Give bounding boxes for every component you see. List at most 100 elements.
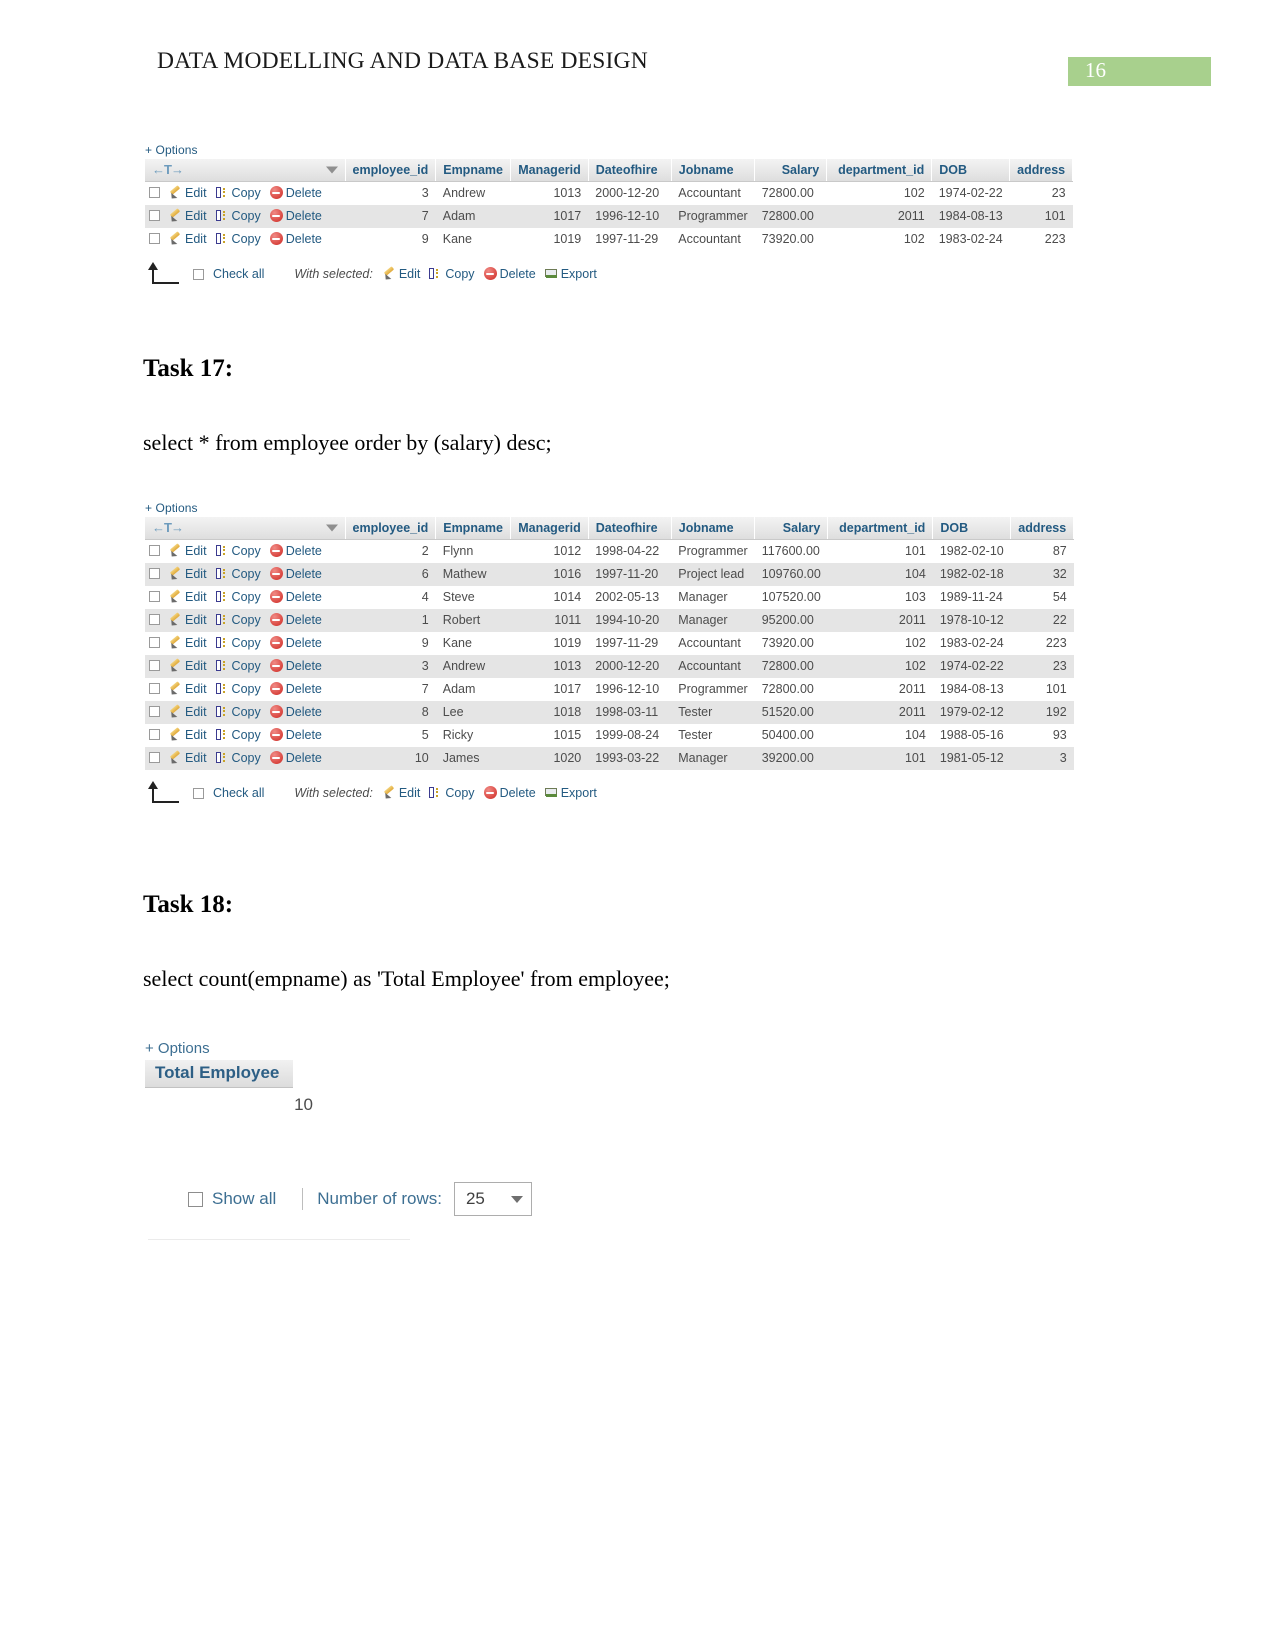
show-all-label[interactable]: Show all [212,1189,276,1209]
row-delete-button[interactable]: Delete [269,232,322,246]
row-checkbox[interactable] [149,729,160,740]
export-button[interactable]: Export [544,267,597,281]
row-delete-button[interactable]: Delete [269,705,322,719]
row-checkbox[interactable] [149,568,160,579]
row-checkbox[interactable] [149,706,160,717]
row-copy-button[interactable]: Copy [215,705,261,719]
col-dateofhire[interactable]: Dateofhire [588,159,672,182]
row-delete-button[interactable]: Delete [269,186,322,200]
row-actions[interactable]: Edit Copy Delete [145,181,345,205]
col-department-id[interactable]: department_id [827,517,934,540]
row-delete-button[interactable]: Delete [269,636,322,650]
row-checkbox[interactable] [149,187,160,198]
row-edit-button[interactable]: Edit [169,186,207,200]
bulk-edit-button[interactable]: Edit [383,267,421,281]
row-edit-button[interactable]: Edit [169,613,207,627]
row-actions[interactable]: Edit Copy Delete [145,563,345,586]
row-checkbox[interactable] [149,210,160,221]
col-managerid[interactable]: Managerid [510,159,589,182]
row-actions[interactable]: Edit Copy Delete [145,539,345,563]
col-salary[interactable]: Salary [754,159,828,182]
row-edit-button[interactable]: Edit [169,544,207,558]
bulk-copy-button[interactable]: Copy [429,786,475,800]
export-button[interactable]: Export [544,786,597,800]
row-actions[interactable]: Edit Copy Delete [145,205,345,228]
check-all-checkbox[interactable] [193,268,204,280]
chevron-down-icon[interactable] [325,524,338,532]
col-dateofhire[interactable]: Dateofhire [588,517,672,540]
row-copy-button[interactable]: Copy [215,659,261,673]
col-managerid[interactable]: Managerid [510,517,589,540]
row-checkbox[interactable] [149,614,160,625]
number-of-rows-select[interactable]: 25 [453,1182,532,1216]
row-copy-button[interactable]: Copy [215,567,261,581]
options-link-task18[interactable]: + Options [145,1040,313,1057]
col-jobname[interactable]: Jobname [671,517,756,540]
bulk-delete-button[interactable]: Delete [483,267,536,281]
sort-controls-header[interactable]: ←T→ [145,517,346,540]
row-actions[interactable]: Edit Copy Delete [145,632,345,655]
check-all-label[interactable]: Check all [213,786,264,800]
row-delete-button[interactable]: Delete [269,590,322,604]
col-employee-id[interactable]: employee_id [345,517,437,540]
row-copy-button[interactable]: Copy [215,209,261,223]
row-copy-button[interactable]: Copy [215,590,261,604]
col-empname[interactable]: Empname [435,159,512,182]
row-actions[interactable]: Edit Copy Delete [145,609,345,632]
row-edit-button[interactable]: Edit [169,209,207,223]
row-edit-button[interactable]: Edit [169,705,207,719]
row-actions[interactable]: Edit Copy Delete [145,586,345,609]
row-edit-button[interactable]: Edit [169,232,207,246]
row-actions[interactable]: Edit Copy Delete [145,701,345,724]
col-jobname[interactable]: Jobname [671,159,756,182]
row-copy-button[interactable]: Copy [215,232,261,246]
row-delete-button[interactable]: Delete [269,613,322,627]
col-employee-id[interactable]: employee_id [345,159,437,182]
row-checkbox[interactable] [149,752,160,763]
row-checkbox[interactable] [149,545,160,556]
bulk-copy-button[interactable]: Copy [429,267,475,281]
col-address[interactable]: address [1009,159,1074,182]
col-address[interactable]: address [1010,517,1075,540]
col-empname[interactable]: Empname [435,517,512,540]
row-delete-button[interactable]: Delete [269,682,322,696]
row-edit-button[interactable]: Edit [169,636,207,650]
row-checkbox[interactable] [149,591,160,602]
chevron-down-icon[interactable] [325,166,338,174]
row-delete-button[interactable]: Delete [269,751,322,765]
row-delete-button[interactable]: Delete [269,567,322,581]
col-dob[interactable]: DOB [932,517,1012,540]
bulk-delete-button[interactable]: Delete [483,786,536,800]
row-checkbox[interactable] [149,637,160,648]
row-delete-button[interactable]: Delete [269,544,322,558]
row-copy-button[interactable]: Copy [215,682,261,696]
row-checkbox[interactable] [149,683,160,694]
bulk-edit-button[interactable]: Edit [383,786,421,800]
col-dob[interactable]: DOB [931,159,1011,182]
row-copy-button[interactable]: Copy [215,751,261,765]
options-link-top[interactable]: + Options [145,143,1073,157]
col-salary[interactable]: Salary [754,517,829,540]
row-actions[interactable]: Edit Copy Delete [145,678,345,701]
col-department-id[interactable]: department_id [826,159,933,182]
row-actions[interactable]: Edit Copy Delete [145,747,345,770]
row-delete-button[interactable]: Delete [269,728,322,742]
show-all-checkbox[interactable] [188,1191,203,1207]
row-actions[interactable]: Edit Copy Delete [145,228,345,251]
row-copy-button[interactable]: Copy [215,544,261,558]
check-all-label[interactable]: Check all [213,267,264,281]
sort-controls-header[interactable]: ←T→ [145,159,346,182]
options-link-task17[interactable]: + Options [145,501,1074,515]
row-edit-button[interactable]: Edit [169,567,207,581]
row-edit-button[interactable]: Edit [169,751,207,765]
row-delete-button[interactable]: Delete [269,659,322,673]
row-checkbox[interactable] [149,660,160,671]
row-actions[interactable]: Edit Copy Delete [145,655,345,678]
row-edit-button[interactable]: Edit [169,659,207,673]
row-edit-button[interactable]: Edit [169,682,207,696]
row-copy-button[interactable]: Copy [215,636,261,650]
count-column-header[interactable]: Total Employee [145,1060,294,1088]
row-delete-button[interactable]: Delete [269,209,322,223]
row-edit-button[interactable]: Edit [169,590,207,604]
check-all-checkbox[interactable] [193,787,204,799]
